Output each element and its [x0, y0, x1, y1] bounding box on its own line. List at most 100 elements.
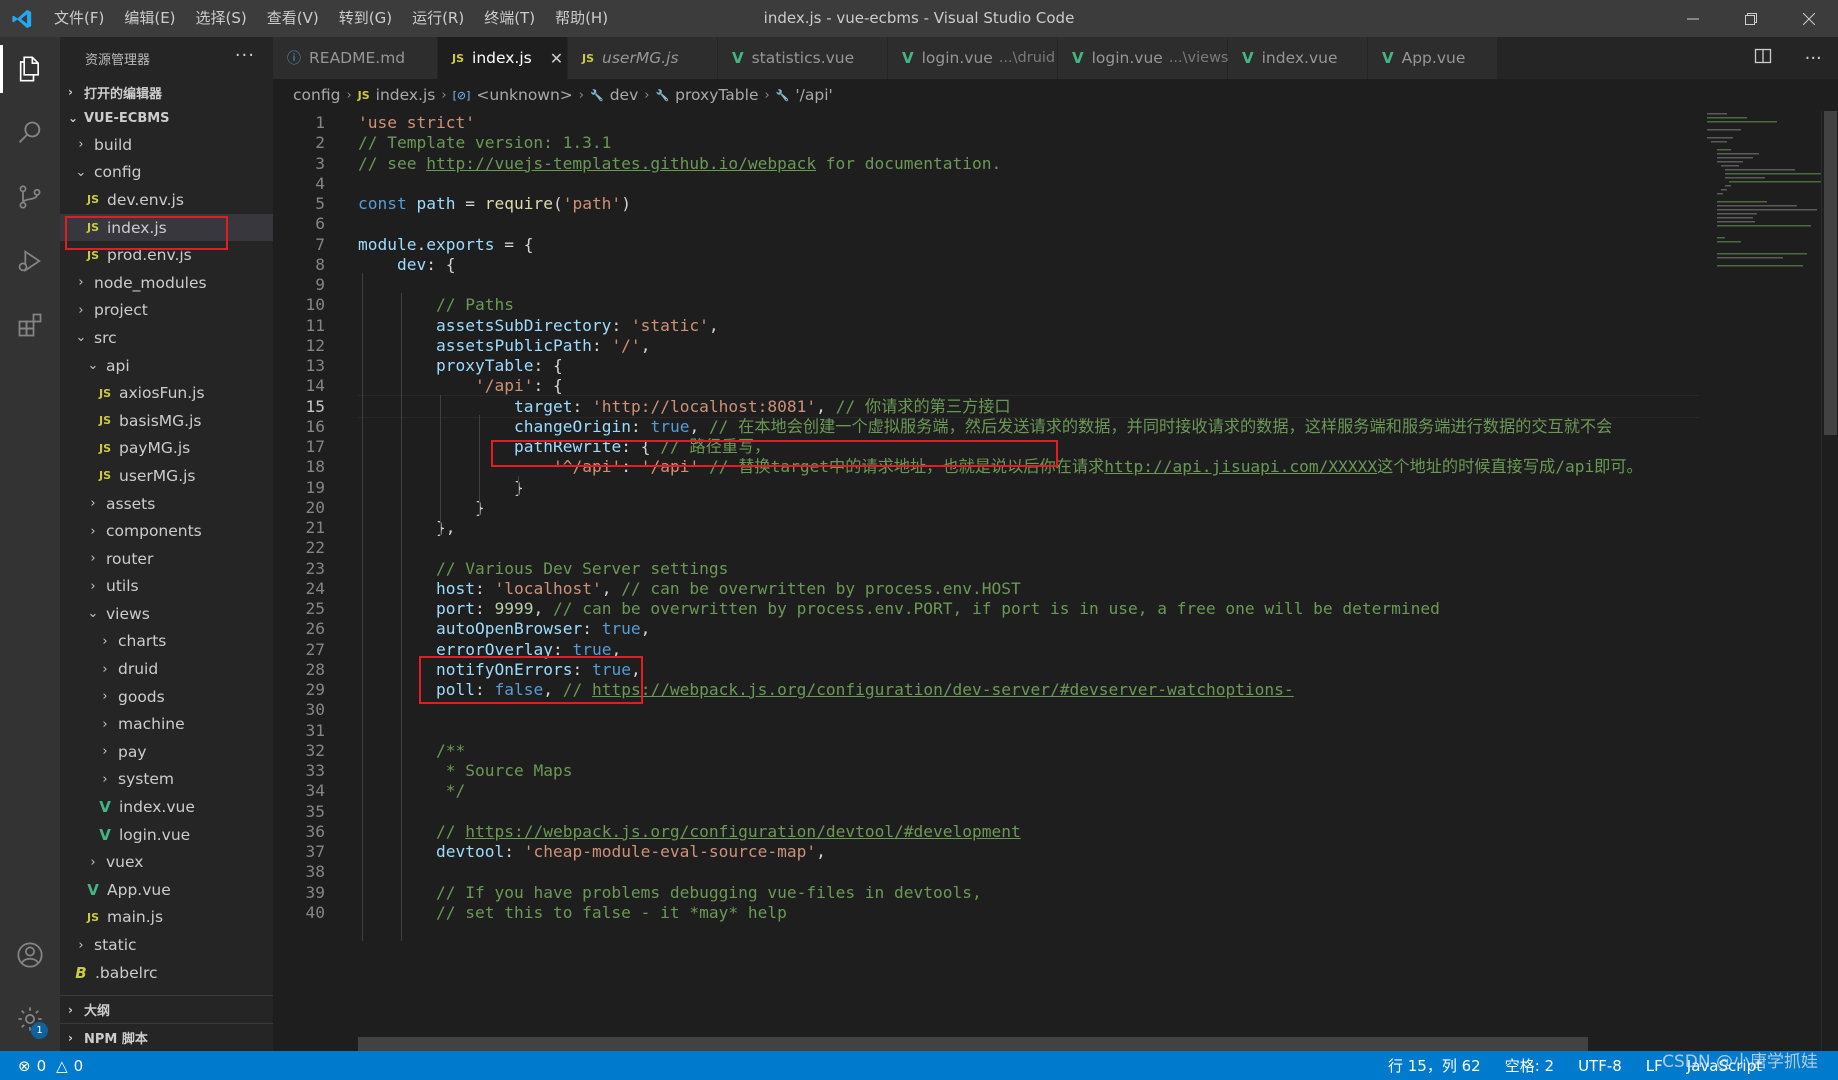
breadcrumb-item[interactable]: JS index.js	[358, 86, 436, 104]
encoding[interactable]: UTF-8	[1578, 1057, 1622, 1075]
accounts-icon[interactable]	[0, 923, 60, 987]
menu-item[interactable]: 查看(V)	[257, 0, 329, 37]
tree-folder[interactable]: › charts	[60, 628, 273, 656]
close-tab-icon[interactable]: ✕	[550, 49, 563, 68]
line-number: 40	[305, 902, 326, 922]
tree-file[interactable]: JS basisMG.js	[60, 407, 273, 435]
tree-file[interactable]: JS index.js	[60, 213, 273, 242]
minimap[interactable]	[1699, 111, 1821, 1051]
tree-file[interactable]: V App.vue	[60, 876, 273, 904]
explorer-icon[interactable]	[0, 37, 60, 101]
open-editors-section[interactable]: › 打开的编辑器	[60, 79, 273, 105]
tree-file[interactable]: JS axiosFun.js	[60, 379, 273, 407]
tree-file[interactable]: JS dev.env.js	[60, 186, 273, 214]
search-icon[interactable]	[0, 101, 60, 165]
scrollbar-thumb[interactable]	[1824, 111, 1837, 435]
code-token: // Template version: 1.3.1	[358, 133, 612, 153]
tree-folder[interactable]: › system	[60, 766, 273, 794]
code-token: // see	[358, 153, 427, 173]
close-window-button[interactable]	[1780, 0, 1838, 37]
tree-folder[interactable]: › router	[60, 545, 273, 573]
tab-label: App.vue	[1401, 49, 1466, 67]
title-bar: 文件(F) 编辑(E) 选择(S) 查看(V) 转到(G) 运行(R) 终端(T) 帮助(H)…	[0, 0, 1838, 37]
horizontal-scrollbar[interactable]	[358, 1037, 1588, 1051]
split-editor-icon[interactable]	[1754, 47, 1772, 69]
tree-folder[interactable]: › vuex	[60, 848, 273, 876]
menu-item[interactable]: 文件(F)	[44, 0, 114, 37]
tree-folder[interactable]: › druid	[60, 655, 273, 683]
breadcrumb-item[interactable]: 🔧 dev	[590, 86, 638, 104]
code-token: ,	[816, 842, 826, 861]
run-debug-icon[interactable]	[0, 229, 60, 293]
tree-file[interactable]: Vindex.vue	[60, 793, 273, 821]
editor-tab[interactable]: Vindex.vue	[1228, 37, 1368, 79]
settings-gear-icon[interactable]: 1	[0, 987, 60, 1051]
editor-tab[interactable]: V App.vue	[1368, 37, 1498, 79]
extensions-icon[interactable]	[0, 293, 60, 357]
tree-folder[interactable]: › project	[60, 297, 273, 325]
js-file-icon: JS	[98, 386, 111, 400]
menu-item[interactable]: 编辑(E)	[114, 0, 185, 37]
tree-folder[interactable]: › static	[60, 931, 273, 959]
code-token: dev	[397, 254, 427, 274]
menu-item[interactable]: 选择(S)	[186, 0, 257, 37]
npm-scripts-section[interactable]: › NPM 脚本	[60, 1023, 273, 1051]
code-token[interactable]: http://api.jisuapi.com/XXXXX	[1104, 457, 1377, 476]
tree-file[interactable]: JS userMG.js	[60, 462, 273, 490]
tree-file[interactable]: JS payMG.js	[60, 435, 273, 463]
editor-tab[interactable]: JS userMG.js	[568, 37, 718, 79]
tree-folder[interactable]: › node_modules	[60, 269, 273, 297]
editor-tab[interactable]: ⓘ README.md	[273, 37, 438, 79]
editor-tab[interactable]: Vstatistics.vue	[718, 37, 888, 79]
breadcrumb-item[interactable]: config	[293, 86, 340, 104]
tree-folder[interactable]: › components	[60, 517, 273, 545]
chevron-right-icon: ›	[90, 578, 96, 594]
code-token: : {	[533, 356, 563, 375]
editor-tab[interactable]: Vlogin.vue ...\views	[1058, 37, 1229, 79]
tree-folder[interactable]: › machine	[60, 710, 273, 738]
tab-label: login.vue	[921, 49, 993, 67]
editor-tab[interactable]: Vlogin.vue ...\druid	[888, 37, 1058, 79]
menu-item[interactable]: 帮助(H)	[545, 0, 618, 37]
end-of-line[interactable]: LF	[1646, 1057, 1663, 1075]
outline-section[interactable]: › 大纲	[60, 995, 273, 1023]
tree-file[interactable]: JS main.js	[60, 904, 273, 932]
tree-file[interactable]: Vlogin.vue	[60, 821, 273, 849]
menu-item[interactable]: 转到(G)	[329, 0, 402, 37]
tree-folder[interactable]: › utils	[60, 573, 273, 601]
tree-folder[interactable]: ⌄ src	[60, 324, 273, 352]
tree-folder[interactable]: › goods	[60, 683, 273, 711]
tree-folder[interactable]: › build	[60, 131, 273, 159]
restore-button[interactable]	[1722, 0, 1780, 37]
tree-file[interactable]: B .babelrc	[60, 959, 273, 987]
minimize-button[interactable]	[1664, 0, 1722, 37]
code-token: :	[552, 639, 573, 659]
indentation[interactable]: 空格: 2	[1505, 1055, 1554, 1076]
source-control-icon[interactable]	[0, 165, 60, 229]
code-editor[interactable]: 1'use strict' 2// Template version: 1.3.1…	[273, 111, 1699, 1051]
tree-folder[interactable]: ⌄ config	[60, 159, 273, 187]
menu-item[interactable]: 运行(R)	[402, 0, 474, 37]
editor-tab[interactable]: JS index.js ✕	[438, 37, 568, 79]
notifications-badge: 1	[31, 1022, 48, 1039]
problems-indicator[interactable]: ⊗ 0 △ 0	[0, 1057, 83, 1075]
code-token[interactable]: http://vuejs-templates.github.io/webpack	[426, 154, 816, 173]
tree-folder[interactable]: › assets	[60, 490, 273, 518]
menu-item[interactable]: 终端(T)	[474, 0, 545, 37]
cursor-position[interactable]: 行 15，列 62	[1388, 1055, 1481, 1076]
more-actions-icon[interactable]: ···	[1805, 48, 1822, 69]
code-token[interactable]: https://webpack.js.org/configuration/dev…	[592, 680, 1294, 699]
breadcrumb-item[interactable]: [⊘] <unknown>	[453, 86, 573, 104]
tab-label: index.vue	[1261, 49, 1338, 67]
workspace-root-section[interactable]: ⌄ VUE-ECBMS	[60, 105, 273, 131]
tree-folder[interactable]: › pay	[60, 738, 273, 766]
tree-file[interactable]: JS prod.env.js	[60, 241, 273, 269]
tree-folder[interactable]: ⌄ views	[60, 600, 273, 628]
more-actions-icon[interactable]: ···	[235, 45, 255, 66]
vertical-scrollbar[interactable]	[1821, 111, 1838, 1051]
breadcrumb-item[interactable]: 🔧 '/api'	[776, 86, 833, 104]
tree-folder[interactable]: ⌄ api	[60, 352, 273, 380]
code-token[interactable]: https://webpack.js.org/configuration/dev…	[465, 822, 1021, 841]
breadcrumb-item[interactable]: 🔧 proxyTable	[655, 86, 758, 104]
tree-item-label: src	[94, 328, 117, 347]
